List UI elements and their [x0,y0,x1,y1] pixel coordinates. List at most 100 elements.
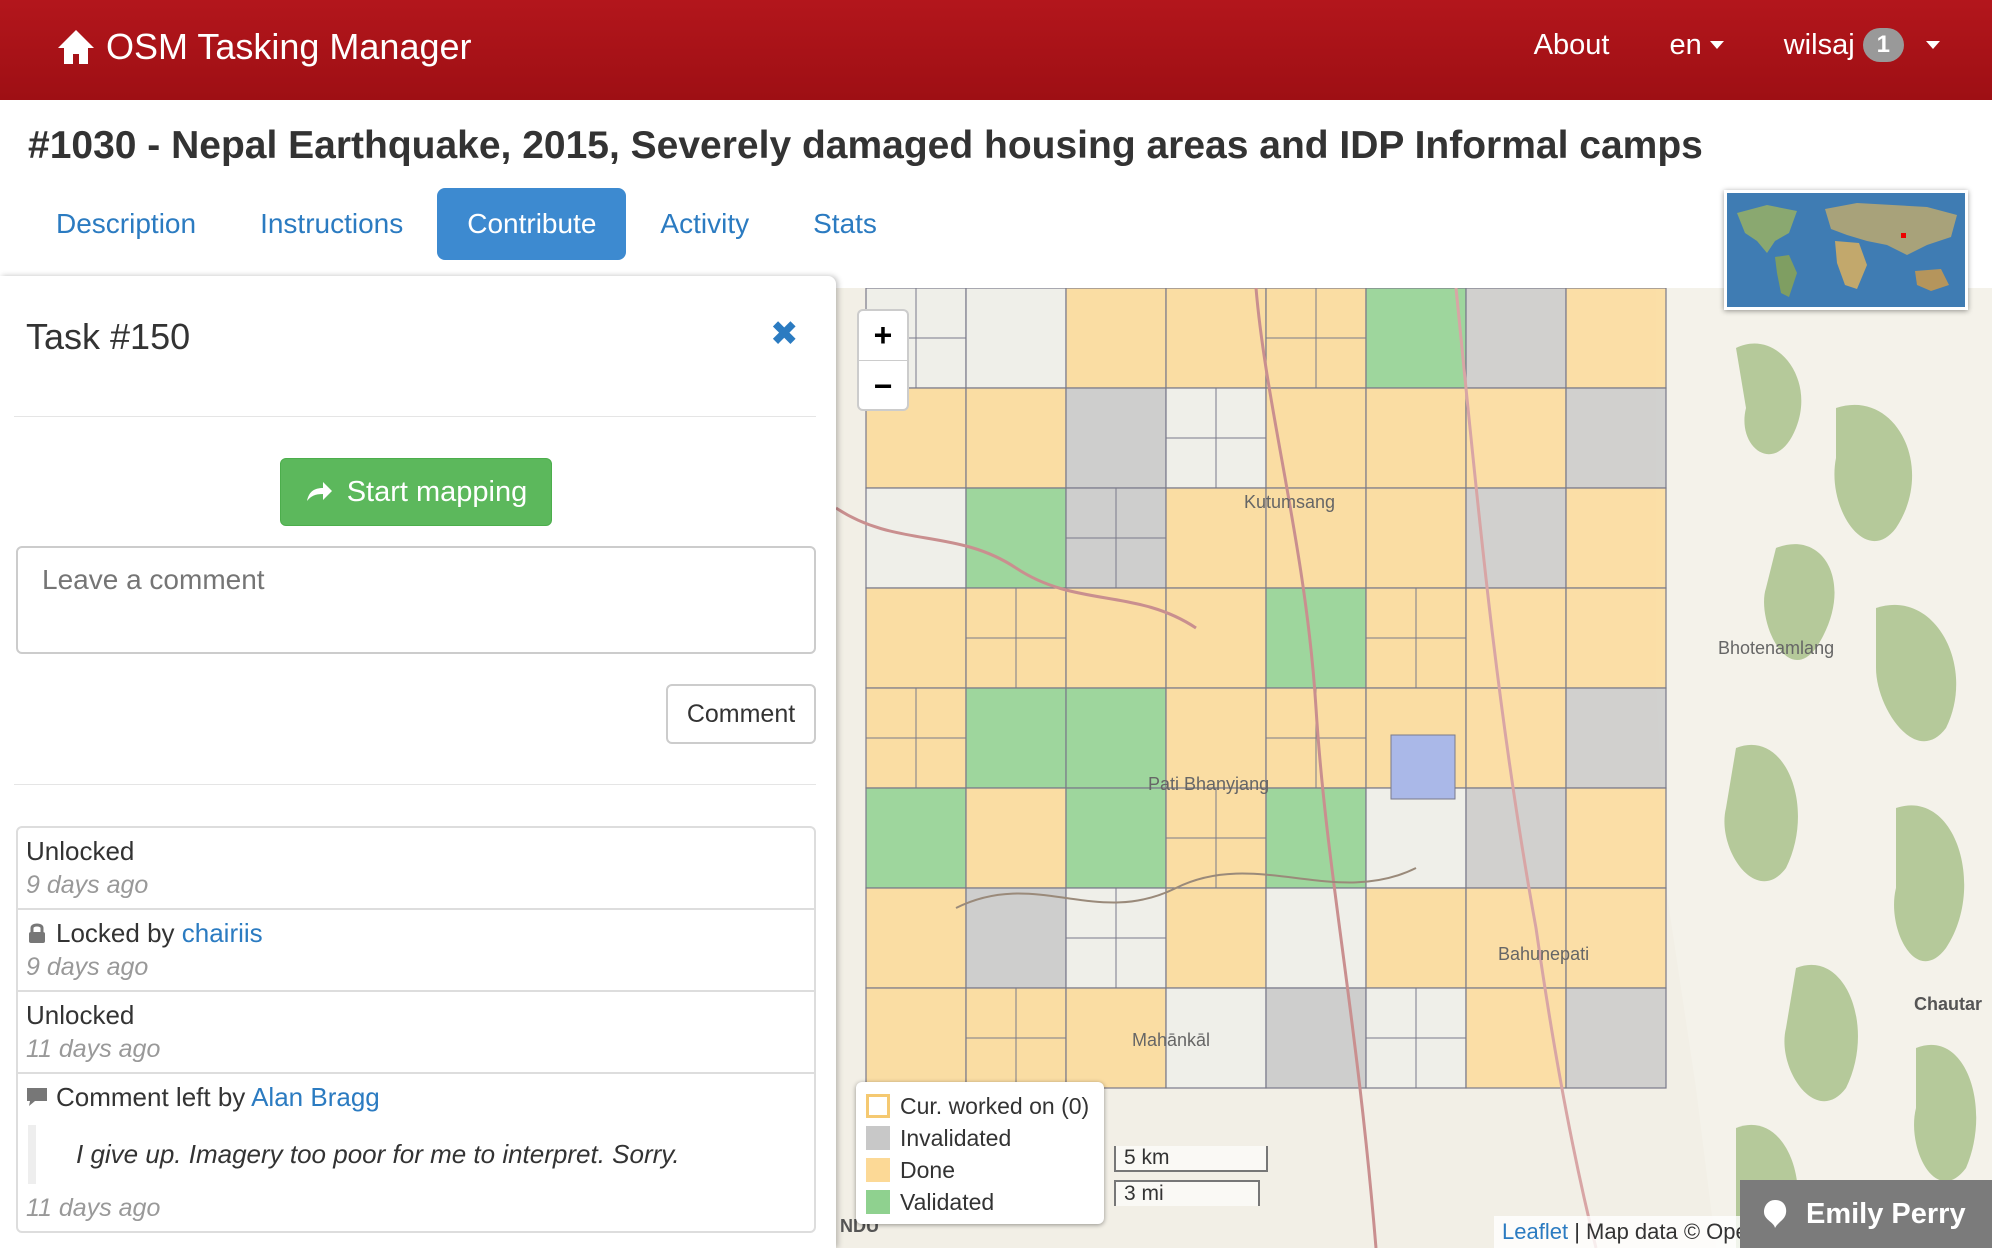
task-cell[interactable] [1065,787,1167,889]
legend-swatch-worked-on [866,1094,890,1118]
zoom-out-button[interactable]: − [859,361,907,411]
language-dropdown[interactable]: en [1669,28,1724,62]
task-cell[interactable] [1565,288,1667,389]
history-action: Unlocked [26,1000,135,1030]
brand-link[interactable]: OSM Tasking Manager [56,26,472,68]
task-cell[interactable] [1265,787,1367,889]
task-cell[interactable] [1065,387,1167,489]
task-cell[interactable] [965,387,1067,489]
place-label: Kutumsang [1244,492,1336,512]
task-cell[interactable] [965,487,1067,589]
task-cell[interactable] [1565,787,1667,889]
task-cell[interactable] [1265,887,1367,989]
comment-icon [27,1088,47,1106]
task-cell[interactable] [1565,687,1667,789]
legend-label: Invalidated [900,1124,1012,1151]
legend-swatch-validated [866,1190,890,1214]
task-cell[interactable] [965,687,1067,789]
task-cell[interactable] [865,987,967,1089]
history-time: 11 days ago [26,1194,161,1222]
task-cell[interactable] [1365,787,1467,889]
task-cell[interactable] [1265,587,1367,689]
chevron-down-icon [1926,41,1940,49]
legend-label: Done [900,1156,955,1183]
task-cell[interactable] [865,487,967,589]
task-cell[interactable] [1465,387,1567,489]
task-cell[interactable] [1165,687,1267,789]
task-cell[interactable] [865,787,967,889]
task-cell[interactable] [1165,887,1267,989]
map-legend: Cur. worked on (0) Invalidated Done Vali… [856,1082,1104,1224]
user-link[interactable]: chairiis [182,918,263,948]
legend-item: Done [866,1154,1094,1186]
divider [14,416,816,417]
user-link[interactable]: Alan Bragg [251,1082,380,1112]
task-cell[interactable] [1565,587,1667,689]
task-cell[interactable] [1465,288,1567,389]
task-cell[interactable] [1565,987,1667,1089]
task-cell[interactable] [1465,587,1567,689]
task-cell[interactable] [1065,687,1167,789]
task-cell[interactable] [1365,887,1467,989]
task-cell[interactable] [1265,387,1367,489]
task-cell[interactable] [1465,687,1567,789]
task-cell[interactable] [1565,887,1667,989]
about-link[interactable]: About [1534,29,1610,62]
tab-activity[interactable]: Activity [630,188,779,260]
tab-description[interactable]: Description [26,188,226,260]
place-label: Bahunepati [1498,944,1590,964]
leaflet-link[interactable]: Leaflet [1502,1219,1568,1244]
legend-item: Invalidated [866,1122,1094,1154]
place-label: Bhotenamlang [1718,638,1835,658]
history-item: Comment left by Alan Bragg I give up. Im… [18,1074,814,1231]
scale-km: 5 km [1114,1146,1268,1172]
selected-task-cell[interactable] [1390,734,1456,800]
project-tabs: Description Instructions Contribute Acti… [26,188,911,260]
task-cell[interactable] [1565,387,1667,489]
comment-textarea[interactable] [16,546,816,654]
place-label: Mahānkāl [1132,1030,1211,1050]
history-time: 9 days ago [26,871,149,899]
task-panel: Task #150 ✖ Start mapping Comment Unlock… [0,276,836,1248]
history-item: Locked by chairiis 9 days ago [18,910,814,992]
tab-stats[interactable]: Stats [783,188,907,260]
comment-button[interactable]: Comment [666,684,816,744]
task-cell[interactable] [865,887,967,989]
lock-icon [29,923,45,943]
task-cell[interactable] [865,587,967,689]
tab-instructions[interactable]: Instructions [230,188,433,260]
language-label: en [1669,28,1702,61]
chat-widget[interactable]: Emily Perry [1740,1180,1992,1248]
history-time: 11 days ago [26,1035,161,1063]
task-history: Unlocked 9 days ago Locked by chairiis 9… [16,826,816,1233]
tab-contribute[interactable]: Contribute [437,188,627,260]
close-icon[interactable]: ✖ [770,314,799,354]
task-cell[interactable] [965,288,1067,389]
task-cell[interactable] [965,887,1067,989]
task-cell[interactable] [1265,987,1367,1089]
notification-badge: 1 [1862,28,1904,62]
task-cell[interactable] [1565,487,1667,589]
task-cell[interactable] [965,787,1067,889]
task-cell[interactable] [1165,288,1267,389]
task-cell[interactable] [1365,487,1467,589]
attribution-text: | Map data © Ope [1574,1219,1744,1244]
task-cell[interactable] [1365,288,1467,389]
place-label: Pati Bhanyjang [1148,774,1270,794]
task-cell[interactable] [1065,288,1167,389]
brand-title: OSM Tasking Manager [106,26,472,67]
task-cell[interactable] [1365,387,1467,489]
start-mapping-label: Start mapping [346,475,528,508]
task-cell[interactable] [1465,987,1567,1089]
overview-minimap[interactable] [1724,190,1968,310]
history-time: 9 days ago [26,953,149,981]
task-cell[interactable] [1465,887,1567,989]
zoom-control: + − [857,309,909,411]
start-mapping-button[interactable]: Start mapping [280,458,552,526]
user-menu[interactable]: wilsaj 1 [1784,28,1940,62]
zoom-in-button[interactable]: + [859,311,907,361]
task-cell[interactable] [1165,587,1267,689]
place-label: Chautar [1914,994,1983,1014]
divider [14,784,816,785]
task-cell[interactable] [1065,587,1167,689]
